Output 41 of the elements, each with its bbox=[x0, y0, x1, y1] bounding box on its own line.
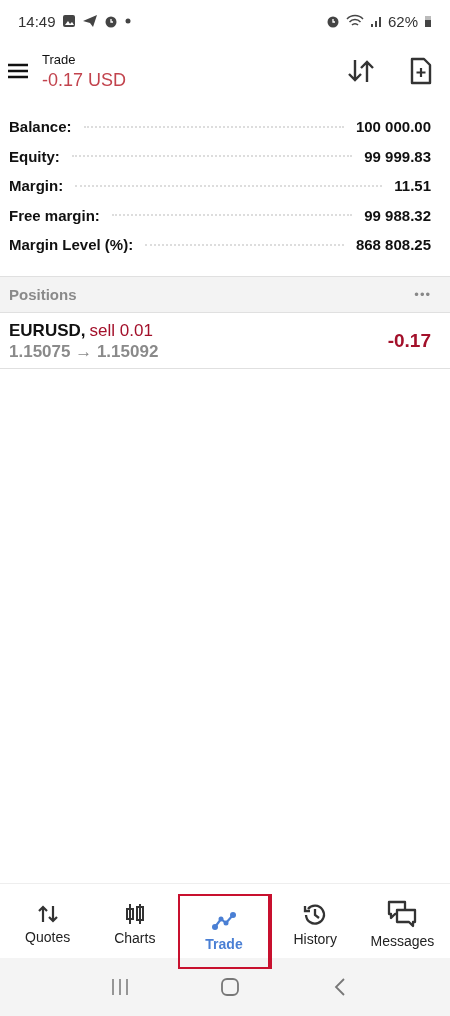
screen-title: Trade bbox=[42, 51, 77, 67]
alarm-icon bbox=[103, 14, 118, 28]
signal-icon bbox=[369, 14, 382, 28]
summary-label: Margin Level (%): bbox=[9, 236, 134, 254]
position-profit: -0.17 bbox=[387, 330, 431, 352]
summary-value: 100 000.00 bbox=[355, 118, 431, 136]
wifi-icon bbox=[345, 14, 364, 28]
summary-label: Balance: bbox=[9, 118, 72, 136]
summary-label: Margin: bbox=[9, 177, 64, 195]
position-order: sell 0.01 bbox=[89, 320, 153, 341]
chat-bubbles-icon bbox=[387, 899, 418, 928]
battery-percent: 62% bbox=[387, 12, 418, 30]
summary-value: 99 988.32 bbox=[364, 206, 431, 224]
battery-icon bbox=[424, 14, 432, 28]
dot-icon bbox=[123, 17, 132, 25]
send-icon bbox=[81, 14, 98, 28]
home-icon bbox=[220, 977, 240, 997]
nav-tab[interactable]: Quotes bbox=[4, 884, 92, 958]
section-title: Positions bbox=[9, 285, 78, 303]
nav-tab[interactable]: Charts bbox=[91, 884, 179, 958]
nav-tab[interactable]: History bbox=[271, 884, 359, 958]
clock-time: 14:49 bbox=[18, 12, 56, 30]
recent-apps-icon bbox=[110, 977, 130, 997]
line-chart-icon bbox=[211, 911, 237, 931]
position-symbol: EURUSD, bbox=[9, 320, 86, 341]
position-prices: 1.15075 → 1.15092 bbox=[9, 341, 160, 362]
summary-value: 11.51 bbox=[394, 177, 431, 195]
candlestick-icon bbox=[123, 902, 146, 925]
up-down-arrows-icon bbox=[36, 903, 59, 924]
total-profit: -0.17 USD bbox=[42, 69, 128, 91]
summary-label: Free margin: bbox=[9, 206, 100, 224]
summary-value: 868 808.25 bbox=[355, 236, 431, 254]
nav-tab[interactable]: Messages bbox=[358, 884, 446, 958]
back-icon bbox=[334, 977, 346, 997]
summary-label: Equity: bbox=[9, 147, 60, 165]
summary-value: 99 999.83 bbox=[364, 147, 431, 165]
image-icon bbox=[61, 14, 76, 28]
position-row[interactable]: EURUSD, sell 0.01 1.15075 → 1.15092 -0.17 bbox=[0, 312, 450, 369]
sort-icon bbox=[347, 58, 375, 84]
document-plus-icon bbox=[410, 57, 432, 85]
alarm-icon bbox=[325, 14, 340, 28]
